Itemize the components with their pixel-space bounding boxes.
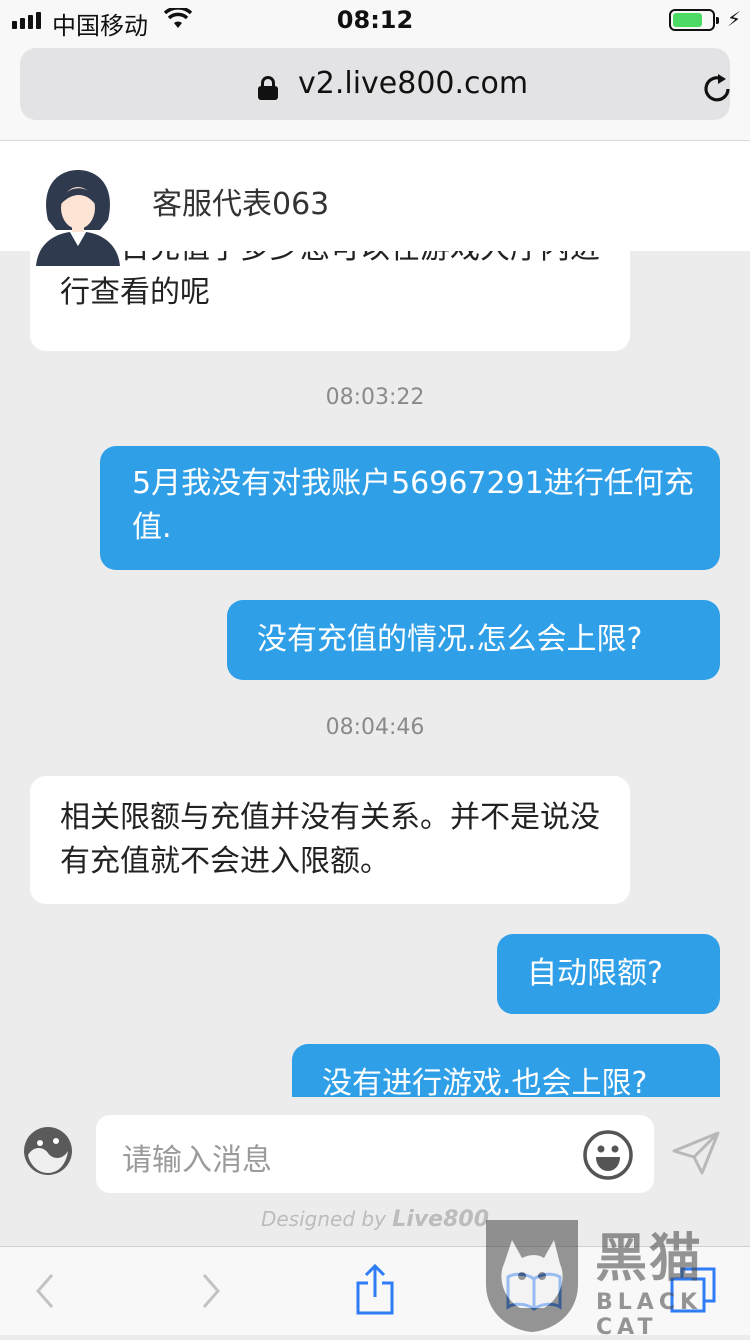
- reload-icon[interactable]: [700, 72, 734, 106]
- user-message: 没有充值的情况.怎么会上限?: [227, 600, 720, 680]
- browser-address-area: v2.live800.com: [0, 40, 750, 141]
- user-message: 没有进行游戏.也会上限?: [292, 1044, 720, 1097]
- send-icon[interactable]: [672, 1131, 720, 1175]
- black-cat-watermark: 黑猫 BLACK CAT: [480, 1200, 750, 1340]
- emoji-panel-icon[interactable]: [22, 1125, 74, 1177]
- agent-message: 您当日充值了多少您可以在游戏大厅内进行查看的呢: [30, 251, 630, 351]
- message-timestamp: 08:03:22: [325, 385, 425, 410]
- battery-icon: [669, 9, 719, 31]
- message-input-placeholder: 请输入消息: [122, 1143, 272, 1178]
- lock-icon: [258, 76, 278, 100]
- watermark-subtitle: BLACK CAT: [596, 1290, 703, 1340]
- share-icon[interactable]: [354, 1263, 396, 1317]
- user-message: 自动限额?: [497, 934, 720, 1014]
- back-icon[interactable]: [30, 1269, 60, 1313]
- user-message: 5月我没有对我账户56967291进行任何充值.: [100, 446, 720, 570]
- agent-name: 客服代表063: [152, 187, 330, 222]
- agent-avatar: [36, 170, 120, 266]
- charging-icon: ⚡: [727, 7, 742, 31]
- forward-icon[interactable]: [196, 1269, 226, 1313]
- smiley-icon[interactable]: [582, 1129, 634, 1181]
- black-cat-logo-icon: [486, 1220, 578, 1332]
- watermark-title: 黑猫: [595, 1229, 704, 1289]
- status-bar: 中国移动 08:12 ⚡: [0, 0, 750, 40]
- address-bar[interactable]: v2.live800.com: [20, 48, 730, 120]
- chat-message-list[interactable]: 您当日充值了多少您可以在游戏大厅内进行查看的呢 08:03:22 5月我没有对我…: [0, 251, 750, 1097]
- url-text[interactable]: v2.live800.com: [298, 66, 528, 101]
- message-input[interactable]: 请输入消息: [96, 1115, 654, 1193]
- agent-message: 相关限额与充值并没有关系。并不是说没有充值就不会进入限额。: [30, 776, 630, 904]
- brand-logo: Live800: [392, 1207, 490, 1232]
- message-timestamp: 08:04:46: [325, 715, 425, 740]
- clock: 08:12: [336, 6, 414, 34]
